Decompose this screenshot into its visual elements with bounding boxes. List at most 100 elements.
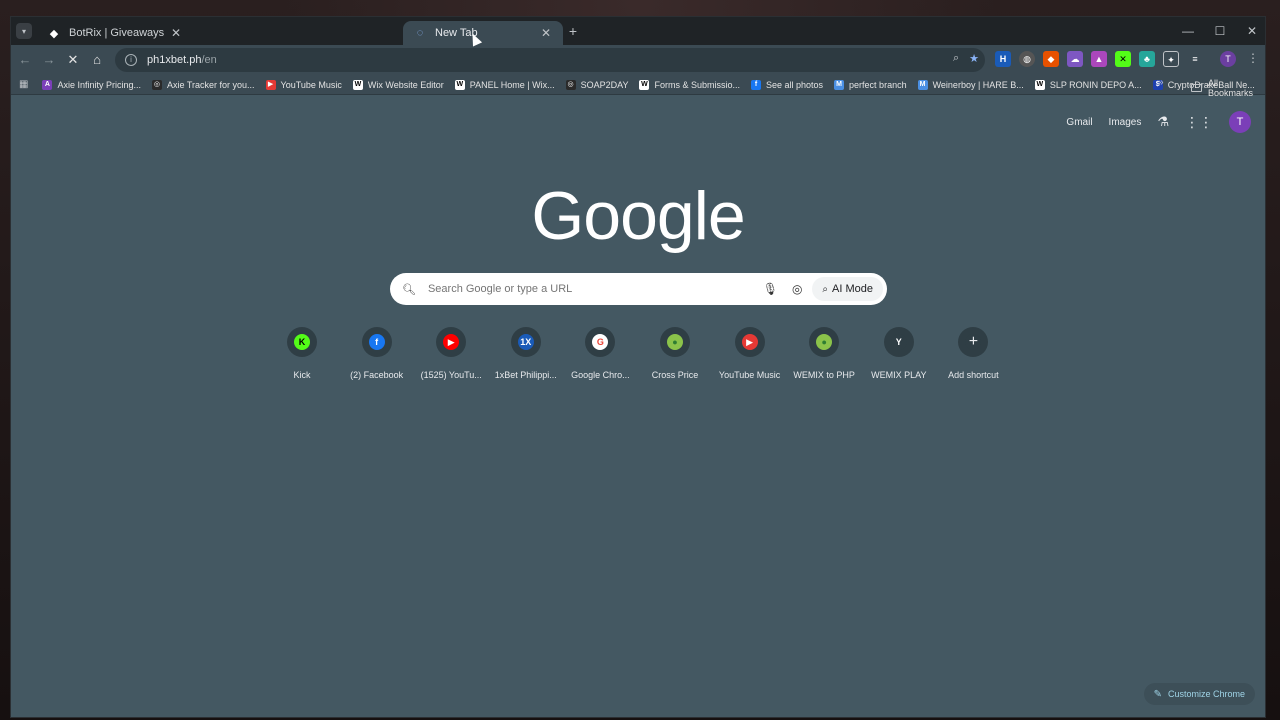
bookmark-label: See all photos: [766, 79, 824, 90]
shortcut-label: 1xBet Philippi...: [494, 370, 557, 380]
shortcut-tile[interactable]: f (2) Facebook: [340, 327, 414, 380]
minimize-button[interactable]: —: [1173, 21, 1203, 41]
shortcut-circle: ▶: [436, 327, 467, 357]
chrome-window: ▾ ◆ BotRix | Giveaways ✕ ◌ New Tab ✕ + —…: [10, 16, 1266, 718]
bookmark-item[interactable]: ◎ Axie Tracker for you...: [151, 79, 255, 90]
extension-cake-icon[interactable]: ▲: [1091, 51, 1107, 67]
close-icon[interactable]: ✕: [169, 26, 183, 40]
bookmark-favicon-icon: A: [42, 79, 53, 90]
shortcut-favicon-icon: +: [965, 334, 982, 350]
chevron-down-icon: ▾: [21, 26, 26, 36]
extensions-puzzle-icon[interactable]: ✦: [1163, 51, 1179, 67]
extension-globe-icon[interactable]: ◍: [1019, 51, 1035, 67]
shortcut-tile[interactable]: G Google Chro...: [563, 327, 637, 380]
gmail-link[interactable]: Gmail: [1066, 117, 1092, 128]
media-controls-icon[interactable]: ≡: [1187, 51, 1203, 67]
google-apps-icon[interactable]: ⋮⋮: [1185, 114, 1213, 131]
shortcut-favicon-icon: G: [592, 334, 609, 350]
stop-button[interactable]: ✕: [65, 52, 81, 68]
shortcut-tile[interactable]: 1X 1xBet Philippi...: [489, 327, 563, 380]
bookmark-item[interactable]: M Weinerboy | HARE B...: [917, 79, 1024, 90]
shortcut-favicon-icon: ●: [667, 334, 683, 350]
customize-chrome-button[interactable]: ✎ Customize Chrome: [1143, 683, 1255, 705]
shortcut-tile[interactable]: ▶ YouTube Music: [713, 327, 787, 380]
shortcut-circle: ●: [660, 327, 690, 357]
bookmark-favicon-icon: M: [917, 79, 928, 90]
address-bar[interactable]: i ph1xbet.ph/en ⌕ ★: [115, 48, 985, 72]
extension-h-icon[interactable]: H: [995, 51, 1011, 67]
home-button[interactable]: ⌂: [89, 52, 105, 68]
shortcut-label: YouTube Music: [718, 370, 781, 380]
account-avatar[interactable]: T: [1229, 111, 1251, 133]
bookmark-favicon-icon: W: [454, 79, 465, 90]
customize-chrome-label: Customize Chrome: [1167, 689, 1245, 699]
bookmark-label: SOAP2DAY: [580, 79, 629, 90]
folder-icon: [1191, 84, 1202, 92]
images-link[interactable]: Images: [1109, 117, 1142, 128]
bookmark-item[interactable]: W PANEL Home | Wix...: [454, 79, 555, 90]
bookmark-item[interactable]: A Axie Infinity Pricing...: [42, 79, 141, 90]
profile-button[interactable]: T: [1220, 51, 1236, 67]
tab-strip: ▾ ◆ BotRix | Giveaways ✕ ◌ New Tab ✕ + —…: [11, 17, 1265, 45]
shortcut-circle: ●: [809, 327, 840, 357]
google-lens-icon[interactable]: ◎: [792, 282, 802, 296]
ai-mode-label: AI Mode: [832, 283, 873, 295]
forward-button[interactable]: →: [41, 52, 57, 68]
shortcut-tile[interactable]: ● Cross Price: [638, 327, 712, 380]
extension-cloud-icon[interactable]: ☁: [1067, 51, 1083, 67]
bookmark-label: PANEL Home | Wix...: [469, 79, 555, 90]
bookmark-label: Forms & Submissio...: [654, 79, 740, 90]
shortcut-circle: Y: [883, 327, 914, 357]
botrix-icon: ◆: [49, 27, 59, 40]
extension-fox-icon[interactable]: ◆: [1043, 51, 1059, 67]
bookmarks-overflow-icon[interactable]: »: [1158, 77, 1164, 88]
shortcut-tile[interactable]: Y WEMIX PLAY: [862, 327, 936, 380]
zoom-icon[interactable]: ⌕: [953, 52, 959, 65]
shortcut-label: Kick: [293, 370, 311, 380]
close-window-button[interactable]: ✕: [1237, 21, 1265, 41]
shortcut-favicon-icon: K: [294, 334, 310, 350]
menu-icon[interactable]: ⋮: [1247, 51, 1259, 65]
bookmark-item[interactable]: W SLP RONIN DEPO A...: [1034, 79, 1142, 90]
new-tab-button[interactable]: +: [565, 23, 581, 39]
all-bookmarks-button[interactable]: All Bookmarks: [1191, 78, 1265, 98]
bookmark-label: perfect branch: [849, 79, 907, 90]
bookmark-star-icon[interactable]: ★: [969, 52, 979, 65]
maximize-button[interactable]: ☐: [1205, 21, 1235, 41]
bookmark-item[interactable]: ◎ SOAP2DAY: [565, 79, 629, 90]
labs-flask-icon[interactable]: ⚗: [1157, 114, 1169, 130]
bookmark-favicon-icon: ▶: [265, 79, 276, 90]
extension-leaf-icon[interactable]: ♣: [1139, 51, 1155, 67]
close-icon[interactable]: ✕: [539, 26, 553, 40]
tab-search-button[interactable]: ▾: [16, 23, 32, 39]
shortcut-tile[interactable]: ● WEMIX to PHP: [787, 327, 861, 380]
shortcut-tile[interactable]: + Add shortcut: [936, 327, 1010, 380]
bookmark-favicon-icon: W: [352, 79, 363, 90]
search-input[interactable]: [427, 283, 763, 295]
bookmark-item[interactable]: W Wix Website Editor: [352, 79, 444, 90]
extension-x-icon[interactable]: ✕: [1115, 51, 1131, 67]
shortcut-tile[interactable]: ▶ (1525) YouTu...: [414, 327, 488, 380]
tab-title: New Tab: [435, 27, 478, 39]
site-info-icon[interactable]: i: [125, 54, 137, 66]
tab-new-tab[interactable]: ◌ New Tab ✕: [403, 21, 563, 45]
tab-title: BotRix | Giveaways: [69, 27, 165, 39]
back-button[interactable]: ←: [17, 52, 33, 68]
shortcut-tile[interactable]: K Kick: [265, 327, 339, 380]
bookmark-item[interactable]: ▶ YouTube Music: [265, 79, 342, 90]
bookmark-favicon-icon: ◎: [565, 79, 576, 90]
shortcut-label: Google Chro...: [571, 370, 630, 380]
shortcut-circle: ▶: [734, 327, 765, 357]
pencil-icon: ✎: [1153, 688, 1162, 700]
bookmark-item[interactable]: Mperfect branch: [834, 79, 907, 90]
bookmark-item[interactable]: f See all photos: [751, 79, 824, 90]
bookmark-item[interactable]: W Forms & Submissio...: [639, 79, 740, 90]
ai-mode-button[interactable]: ⌕ AI Mode: [812, 277, 883, 301]
bookmark-favicon-icon: W: [639, 79, 650, 90]
search-box[interactable]: 🔍︎ 🎙︎ ◎ ⌕ AI Mode: [390, 273, 887, 305]
microphone-icon[interactable]: 🎙︎: [763, 282, 778, 296]
shortcut-favicon-icon: 1X: [517, 334, 534, 350]
tab-botrix[interactable]: ◆ BotRix | Giveaways ✕: [37, 21, 193, 45]
apps-grid-icon[interactable]: ▦: [19, 79, 28, 90]
shortcut-circle: G: [585, 327, 616, 357]
